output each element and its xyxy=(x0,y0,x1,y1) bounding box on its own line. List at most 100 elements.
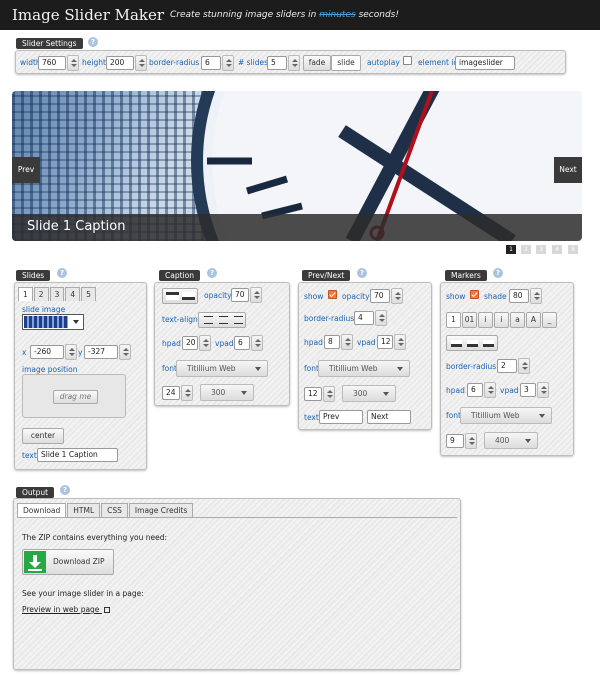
prevnext-font-select[interactable]: Titillium Web xyxy=(318,360,410,377)
slides-spinner[interactable] xyxy=(288,55,300,71)
radius-input[interactable]: 6 xyxy=(201,56,221,70)
markers-size-spinner[interactable] xyxy=(465,433,477,449)
help-icon[interactable]: ? xyxy=(207,268,217,278)
slides-input[interactable]: 5 xyxy=(267,56,287,70)
autoplay-checkbox[interactable] xyxy=(403,56,412,65)
markers-hpad-spinner[interactable] xyxy=(484,382,496,398)
text-align-buttons[interactable] xyxy=(198,312,246,328)
center-button[interactable]: center xyxy=(22,428,64,444)
caption-vpad-label: vpad xyxy=(215,339,234,348)
slide-tab-2[interactable]: 2 xyxy=(33,287,49,301)
prevnext-size-input[interactable]: 12 xyxy=(304,387,322,401)
slide-tab-1[interactable]: 1 xyxy=(18,287,33,301)
align-center-icon xyxy=(219,316,228,324)
download-zip-button[interactable]: Download ZIP xyxy=(22,549,114,575)
marker-1[interactable]: 1 xyxy=(506,245,516,254)
markers-hpad-input[interactable]: 6 xyxy=(467,383,483,397)
caption-opacity-input[interactable]: 70 xyxy=(231,288,249,302)
slide-image-picker[interactable] xyxy=(22,314,84,330)
help-icon[interactable]: ? xyxy=(88,37,98,47)
marker-5[interactable]: 5 xyxy=(568,245,578,254)
markers-show-checkbox[interactable] xyxy=(470,290,479,299)
markers-shade-input[interactable]: 80 xyxy=(509,289,529,303)
prevnext-hpad-spinner[interactable] xyxy=(341,334,353,350)
tab-image-credits[interactable]: Image Credits xyxy=(128,503,194,517)
markers-shade-spinner[interactable] xyxy=(530,288,542,304)
slide-tab-4[interactable]: 4 xyxy=(65,287,81,301)
marker-style-roman[interactable]: i xyxy=(478,312,493,328)
markers-vpad-input[interactable]: 3 xyxy=(520,383,536,397)
height-input[interactable]: 200 xyxy=(106,56,134,70)
x-input[interactable]: -260 xyxy=(30,345,64,359)
caption-size-input[interactable]: 24 xyxy=(162,386,180,400)
width-input[interactable]: 760 xyxy=(38,56,66,70)
prevnext-opacity-input[interactable]: 70 xyxy=(370,289,390,303)
tab-download[interactable]: Download xyxy=(17,503,67,517)
prevnext-vpad-spinner[interactable] xyxy=(394,334,406,350)
caption-vpad-spinner[interactable] xyxy=(251,335,263,351)
help-icon[interactable]: ? xyxy=(57,268,67,278)
markers-radius-input[interactable]: 2 xyxy=(497,359,517,373)
caption-hpad-input[interactable]: 20 xyxy=(182,336,198,350)
element-id-input[interactable]: imageslider xyxy=(455,56,515,70)
x-spinner[interactable] xyxy=(65,344,77,360)
markers-radius-spinner[interactable] xyxy=(518,358,530,374)
y-input[interactable]: -327 xyxy=(84,345,118,359)
prevnext-opacity-label: opacity xyxy=(342,292,370,301)
caption-vpad-input[interactable]: 6 xyxy=(234,336,250,350)
marker-align-center-icon xyxy=(467,340,478,347)
prevnext-size-spinner[interactable] xyxy=(323,386,335,402)
caption-opacity-spinner[interactable] xyxy=(250,287,262,303)
caption-size-spinner[interactable] xyxy=(181,385,193,401)
prevnext-opacity-spinner[interactable] xyxy=(391,288,403,304)
help-icon[interactable]: ? xyxy=(357,268,367,278)
caption-position-toggle[interactable] xyxy=(162,288,198,304)
height-spinner[interactable] xyxy=(135,55,147,71)
marker-style-alpha[interactable]: a xyxy=(510,312,525,328)
prevnext-weight-select[interactable]: 300 xyxy=(342,385,396,402)
prev-button[interactable]: Prev xyxy=(12,157,40,183)
marker-4[interactable]: 4 xyxy=(552,245,562,254)
prevnext-hpad-input[interactable]: 8 xyxy=(324,335,340,349)
help-icon[interactable]: ? xyxy=(493,268,503,278)
marker-style-01[interactable]: 01 xyxy=(462,312,477,328)
slide-image-thumb xyxy=(24,316,68,328)
y-spinner[interactable] xyxy=(119,344,131,360)
preview-link[interactable]: Preview in web page xyxy=(22,605,110,614)
width-spinner[interactable] xyxy=(67,55,79,71)
markers-font-select[interactable]: Titillium Web xyxy=(460,407,552,424)
fade-button[interactable]: fade xyxy=(303,55,331,71)
next-button[interactable]: Next xyxy=(554,157,582,183)
markers-size-input[interactable]: 9 xyxy=(446,434,464,448)
caption-weight-select[interactable]: 300 xyxy=(200,384,254,401)
marker-style-roman-upper[interactable]: i xyxy=(494,312,509,328)
markers-weight-select[interactable]: 400 xyxy=(484,432,538,449)
prevnext-radius-spinner[interactable] xyxy=(375,310,387,326)
slide-tab-5[interactable]: 5 xyxy=(81,287,96,301)
caption-font-select[interactable]: Titillium Web xyxy=(176,360,268,377)
app-title: Image Slider Maker xyxy=(12,6,165,24)
slide-button[interactable]: slide xyxy=(331,55,361,71)
next-text-input[interactable]: Next xyxy=(367,410,411,424)
marker-style-dash[interactable]: _ xyxy=(542,312,557,328)
radius-spinner[interactable] xyxy=(222,55,234,71)
tab-html[interactable]: HTML xyxy=(67,503,101,517)
slide-tab-3[interactable]: 3 xyxy=(49,287,65,301)
caption-hpad-spinner[interactable] xyxy=(199,335,211,351)
prevnext-show-checkbox[interactable] xyxy=(328,290,337,299)
marker-align-buttons[interactable] xyxy=(446,335,498,351)
prevnext-radius-input[interactable]: 4 xyxy=(354,311,374,325)
marker-2[interactable]: 2 xyxy=(521,245,531,254)
markers-vpad-spinner[interactable] xyxy=(537,382,549,398)
marker-3[interactable]: 3 xyxy=(536,245,546,254)
drag-me-handle[interactable]: drag me xyxy=(53,390,98,404)
tab-css[interactable]: CSS xyxy=(101,503,128,517)
image-position-area[interactable]: drag me xyxy=(22,374,126,418)
prev-text-input[interactable]: Prev xyxy=(319,410,363,424)
slide-text-input[interactable]: Slide 1 Caption xyxy=(37,448,118,462)
marker-style-1[interactable]: 1 xyxy=(446,312,461,328)
help-icon[interactable]: ? xyxy=(60,485,70,495)
prevnext-vpad-input[interactable]: 12 xyxy=(377,335,393,349)
marker-style-alpha-upper[interactable]: A xyxy=(526,312,541,328)
caption-section-label: Caption xyxy=(159,270,200,281)
